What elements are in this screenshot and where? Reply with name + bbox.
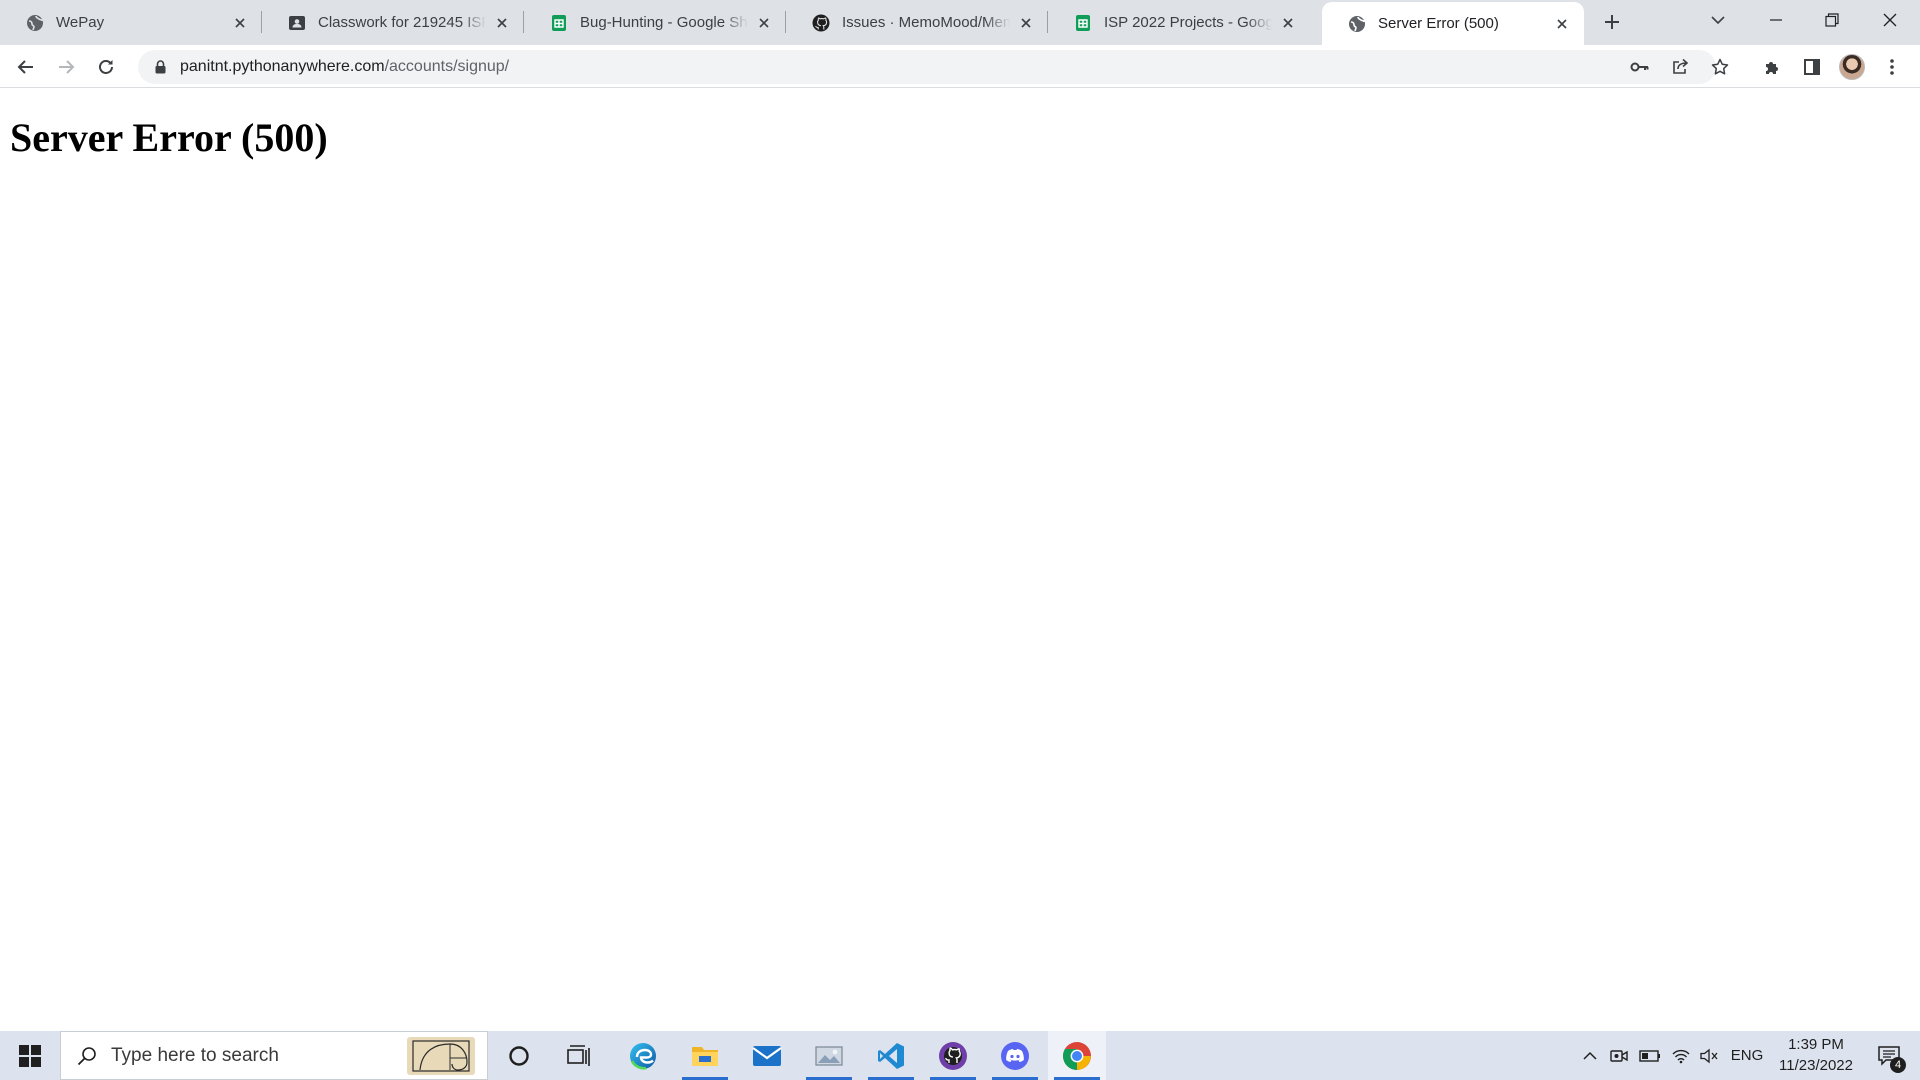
cortana-icon[interactable]: [490, 1031, 548, 1080]
tab-search-button[interactable]: [1690, 0, 1746, 40]
search-icon: [75, 1044, 99, 1068]
sheets-icon: [1074, 14, 1092, 32]
share-icon[interactable]: [1666, 53, 1694, 81]
clock-time: 1:39 PM: [1788, 1036, 1844, 1053]
reload-button[interactable]: [90, 51, 122, 83]
back-button[interactable]: [10, 51, 42, 83]
battery-icon[interactable]: [1636, 1031, 1664, 1080]
taskbar-search-box[interactable]: Type here to search: [60, 1031, 488, 1080]
tab-isp-projects[interactable]: ISP 2022 Projects - Google Sheets: [1048, 0, 1310, 45]
vscode-icon[interactable]: [862, 1031, 920, 1080]
url-text[interactable]: panitnt.pythonanywhere.com/accounts/sign…: [180, 58, 509, 76]
extensions-icon[interactable]: [1756, 51, 1788, 83]
notification-center-button[interactable]: 4: [1864, 1031, 1914, 1080]
menu-kebab-icon[interactable]: [1876, 51, 1908, 83]
windows-taskbar: Type here to search ENG 1:39 PM 11/23/20…: [0, 1031, 1920, 1080]
chrome-icon[interactable]: [1048, 1031, 1106, 1080]
search-highlight-icon[interactable]: [407, 1037, 475, 1075]
page-content: Server Error (500): [0, 88, 1920, 1031]
password-key-icon[interactable]: [1626, 53, 1654, 81]
tab-issues[interactable]: Issues · MemoMood/MemoMood: [786, 0, 1048, 45]
task-view-icon[interactable]: [550, 1031, 608, 1080]
file-explorer-icon[interactable]: [676, 1031, 734, 1080]
mail-icon[interactable]: [738, 1031, 796, 1080]
search-placeholder: Type here to search: [111, 1044, 279, 1066]
github-desktop-icon[interactable]: [924, 1031, 982, 1080]
clock-date: 11/23/2022: [1779, 1057, 1853, 1074]
notification-count-badge: 4: [1890, 1057, 1906, 1073]
meet-now-icon[interactable]: [1606, 1031, 1632, 1080]
photos-icon[interactable]: [800, 1031, 858, 1080]
system-clock[interactable]: 1:39 PM 11/23/2022: [1768, 1034, 1864, 1076]
new-tab-button[interactable]: [1598, 8, 1626, 36]
wifi-icon[interactable]: [1668, 1031, 1694, 1080]
tab-title: Issues · MemoMood/MemoMood: [842, 14, 1010, 31]
tab-strip: WePay Classwork for 219245 ISP 2022 Bug-…: [0, 0, 1920, 45]
lock-icon[interactable]: [152, 59, 168, 75]
input-language-indicator[interactable]: ENG: [1726, 1031, 1768, 1080]
close-tab-icon[interactable]: [1552, 14, 1572, 34]
side-panel-icon[interactable]: [1796, 51, 1828, 83]
windows-logo-icon: [19, 1044, 41, 1067]
close-tab-icon[interactable]: [1278, 13, 1298, 33]
globe-icon: [1348, 15, 1366, 33]
browser-toolbar: panitnt.pythonanywhere.com/accounts/sign…: [0, 45, 1920, 88]
close-tab-icon[interactable]: [754, 13, 774, 33]
discord-icon[interactable]: [986, 1031, 1044, 1080]
github-icon: [812, 14, 830, 32]
page-title: Server Error (500): [10, 115, 328, 160]
show-hidden-icons-chevron-up-icon[interactable]: [1576, 1031, 1604, 1080]
sheets-icon: [550, 14, 568, 32]
globe-icon: [26, 14, 44, 32]
tab-title: WePay: [56, 14, 105, 31]
close-window-button[interactable]: [1862, 0, 1918, 40]
restore-button[interactable]: [1804, 0, 1860, 40]
profile-avatar[interactable]: [1839, 54, 1865, 80]
start-button[interactable]: [0, 1031, 60, 1080]
tab-title: Server Error (500): [1378, 15, 1499, 32]
url-path: /accounts/signup/: [384, 58, 510, 75]
tab-title: Classwork for 219245 ISP 2022: [318, 14, 486, 31]
bookmark-star-icon[interactable]: [1706, 53, 1734, 81]
forward-button[interactable]: [50, 51, 82, 83]
tab-bug-hunting[interactable]: Bug-Hunting - Google Sheets: [524, 0, 786, 45]
tab-classwork[interactable]: Classwork for 219245 ISP 2022: [262, 0, 524, 45]
volume-muted-icon[interactable]: [1696, 1031, 1722, 1080]
minimize-button[interactable]: [1748, 0, 1804, 40]
tab-title: Bug-Hunting - Google Sheets: [580, 14, 748, 31]
classroom-icon: [288, 14, 306, 32]
tab-wepay[interactable]: WePay: [0, 0, 262, 45]
tab-server-error[interactable]: Server Error (500): [1322, 2, 1584, 45]
close-tab-icon[interactable]: [492, 13, 512, 33]
edge-icon[interactable]: [614, 1031, 672, 1080]
close-tab-icon[interactable]: [230, 13, 250, 33]
url-host: panitnt.pythonanywhere.com: [180, 58, 385, 75]
tab-title: ISP 2022 Projects - Google Sheets: [1104, 14, 1272, 31]
close-tab-icon[interactable]: [1016, 13, 1036, 33]
address-bar[interactable]: panitnt.pythonanywhere.com/accounts/sign…: [138, 50, 1729, 84]
